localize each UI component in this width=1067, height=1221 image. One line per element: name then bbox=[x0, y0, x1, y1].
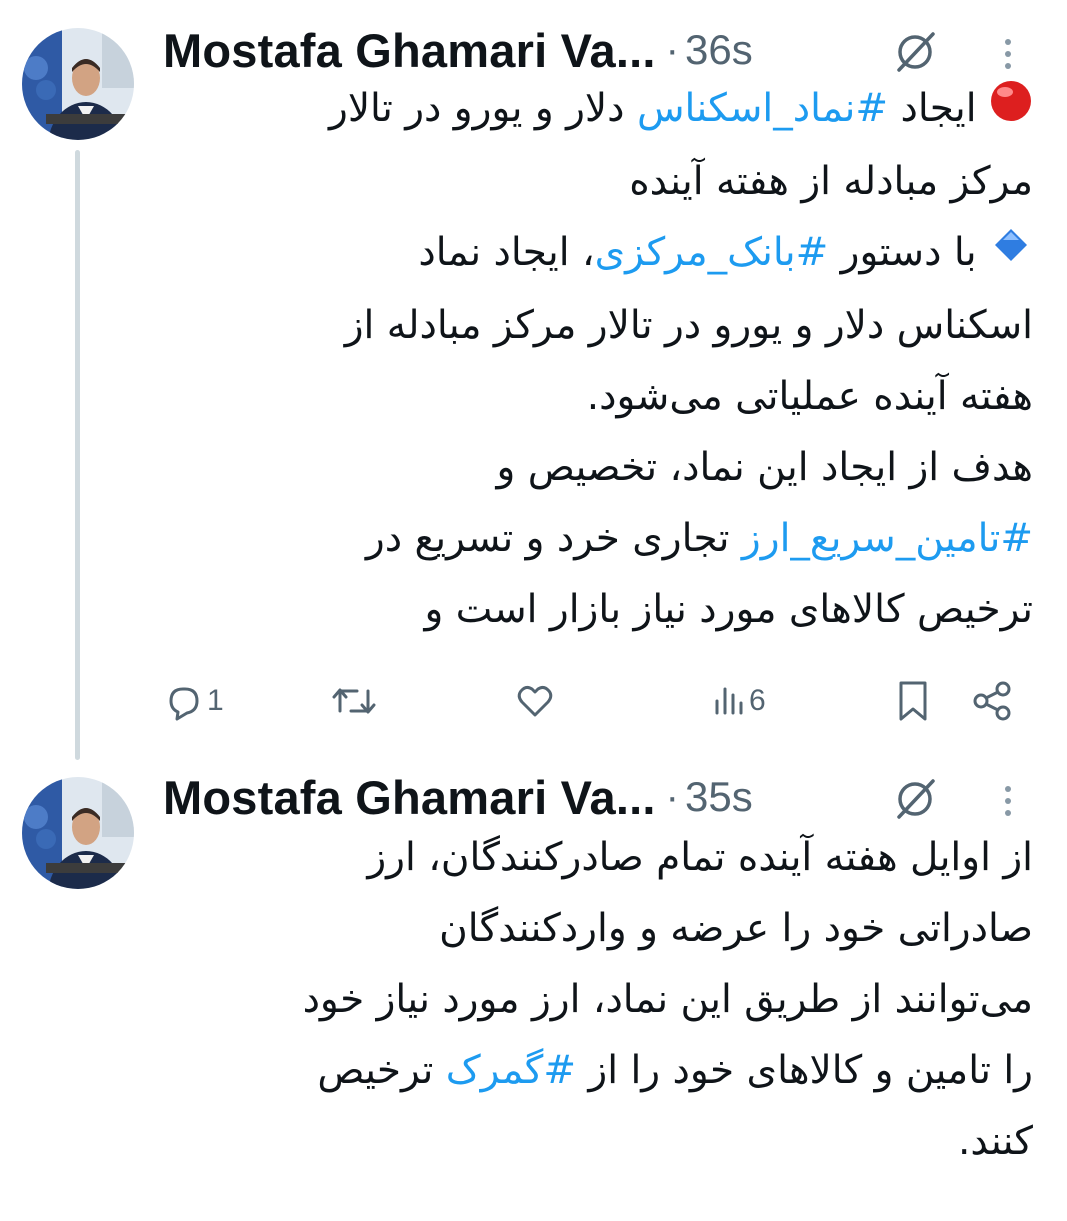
profile-photo-icon bbox=[22, 28, 134, 140]
tweet-text-segment: مرکز مبادله از هفته آینده bbox=[629, 159, 1033, 204]
tweet-header: Mostafa Ghamari Va... · 35s bbox=[163, 767, 1033, 827]
tweet-text-line: از اوایل هفته آینده تمام صادرکنندگان، ار… bbox=[163, 822, 1033, 893]
more-options-icon[interactable] bbox=[998, 779, 1018, 823]
hashtag-link[interactable]: #گمرک bbox=[446, 1048, 576, 1093]
retweet-button[interactable] bbox=[331, 676, 381, 726]
more-options-icon[interactable] bbox=[998, 32, 1018, 76]
share-icon bbox=[973, 681, 1011, 721]
tweet-text-line: با دستور #بانک_مرکزی، ایجاد نماد bbox=[163, 217, 1033, 290]
tweet-text: ایجاد #نماد_اسکناس دلار و یورو در تالار م… bbox=[163, 73, 1033, 645]
tweet-text-segment: دلار و یورو در تالار bbox=[328, 86, 637, 131]
timestamp[interactable]: 36s bbox=[685, 26, 753, 74]
like-button[interactable] bbox=[515, 676, 559, 726]
bookmark-icon bbox=[899, 681, 927, 721]
tweet-text-line: کنند. bbox=[163, 1106, 1033, 1177]
tweet-text-line: اسکناس دلار و یورو در تالار مرکز مبادله … bbox=[163, 290, 1033, 361]
red-circle-icon bbox=[989, 75, 1033, 146]
tweet-text-segment: هفته آینده عملیاتی می‌شود. bbox=[586, 374, 1033, 419]
tweet-text-segment: کنند. bbox=[958, 1119, 1033, 1164]
grok-icon[interactable] bbox=[893, 30, 937, 74]
tweet-text-line: را تامین و کالاهای خود را از #گمرک ترخیص bbox=[163, 1035, 1033, 1106]
tweet-header: Mostafa Ghamari Va... · 36s bbox=[163, 20, 1033, 80]
author-name[interactable]: Mostafa Ghamari Va... bbox=[163, 23, 656, 78]
avatar[interactable] bbox=[22, 28, 134, 140]
hashtag-link[interactable]: #تامین_سریع_ارز bbox=[742, 516, 1033, 561]
tweet-text-line: ترخیص کالاهای مورد نیاز بازار است و bbox=[163, 574, 1033, 645]
profile-photo-icon bbox=[22, 777, 134, 889]
tweet-text-line: می‌توانند از طریق این نماد، ارز مورد نیا… bbox=[163, 964, 1033, 1035]
views-button[interactable]: 6 bbox=[711, 676, 766, 726]
tweet-text-segment: با دستور bbox=[828, 230, 989, 275]
tweet-text-segment: از اوایل هفته آینده تمام صادرکنندگان، ار… bbox=[367, 835, 1033, 880]
views-count: 6 bbox=[749, 684, 766, 717]
tweet[interactable]: Mostafa Ghamari Va... · 36s ایجاد #نماد_… bbox=[0, 0, 1067, 740]
tweet-text-segment: ، ایجاد نماد bbox=[418, 230, 595, 275]
heart-icon bbox=[517, 685, 553, 717]
share-button[interactable] bbox=[971, 676, 1015, 726]
tweet-text-segment: ترخیص bbox=[317, 1048, 446, 1093]
tweet-text: از اوایل هفته آینده تمام صادرکنندگان، ار… bbox=[163, 822, 1033, 1177]
tweet-text-segment: می‌توانند از طریق این نماد، ارز مورد نیا… bbox=[302, 977, 1033, 1022]
reply-icon bbox=[169, 687, 199, 721]
tweet-text-segment: ترخیص کالاهای مورد نیاز بازار است و bbox=[424, 587, 1033, 632]
grok-icon[interactable] bbox=[893, 777, 937, 821]
timestamp[interactable]: 35s bbox=[685, 773, 753, 821]
separator-dot: · bbox=[665, 774, 679, 819]
reply-count: 1 bbox=[207, 684, 224, 717]
views-icon bbox=[715, 687, 743, 715]
avatar[interactable] bbox=[22, 777, 134, 889]
tweet-text-line: هفته آینده عملیاتی می‌شود. bbox=[163, 361, 1033, 432]
bookmark-button[interactable] bbox=[893, 676, 933, 726]
tweet-text-line: مرکز مبادله از هفته آینده bbox=[163, 146, 1033, 217]
separator-dot: · bbox=[665, 27, 679, 72]
reply-button[interactable]: 1 bbox=[163, 676, 224, 726]
tweet-text-segment: اسکناس دلار و یورو در تالار مرکز مبادله … bbox=[344, 303, 1033, 348]
tweet-text-line: صادراتی خود را عرضه و واردکنندگان bbox=[163, 893, 1033, 964]
tweet-text-segment: ایجاد bbox=[888, 86, 989, 131]
hashtag-link[interactable]: #بانک_مرکزی bbox=[595, 230, 829, 275]
tweet-text-segment: را تامین و کالاهای خود را از bbox=[576, 1048, 1033, 1093]
thread: Mostafa Ghamari Va... · 36s ایجاد #نماد_… bbox=[0, 0, 1067, 1221]
tweet-text-segment: هدف از ایجاد این نماد، تخصیص و bbox=[496, 445, 1033, 490]
tweet-text-line: هدف از ایجاد این نماد، تخصیص و bbox=[163, 432, 1033, 503]
tweet-text-line: ایجاد #نماد_اسکناس دلار و یورو در تالار bbox=[163, 73, 1033, 146]
tweet-actions: 1 6 bbox=[163, 676, 1033, 726]
author-name[interactable]: Mostafa Ghamari Va... bbox=[163, 770, 656, 825]
tweet-text-segment: تجاری خرد و تسریع در bbox=[365, 516, 742, 561]
tweet-text-line: #تامین_سریع_ارز تجاری خرد و تسریع در bbox=[163, 503, 1033, 574]
retweet-icon bbox=[332, 688, 376, 714]
blue-diamond-icon bbox=[989, 219, 1033, 290]
tweet-text-segment: صادراتی خود را عرضه و واردکنندگان bbox=[439, 906, 1033, 951]
hashtag-link[interactable]: #نماد_اسکناس bbox=[637, 86, 888, 131]
